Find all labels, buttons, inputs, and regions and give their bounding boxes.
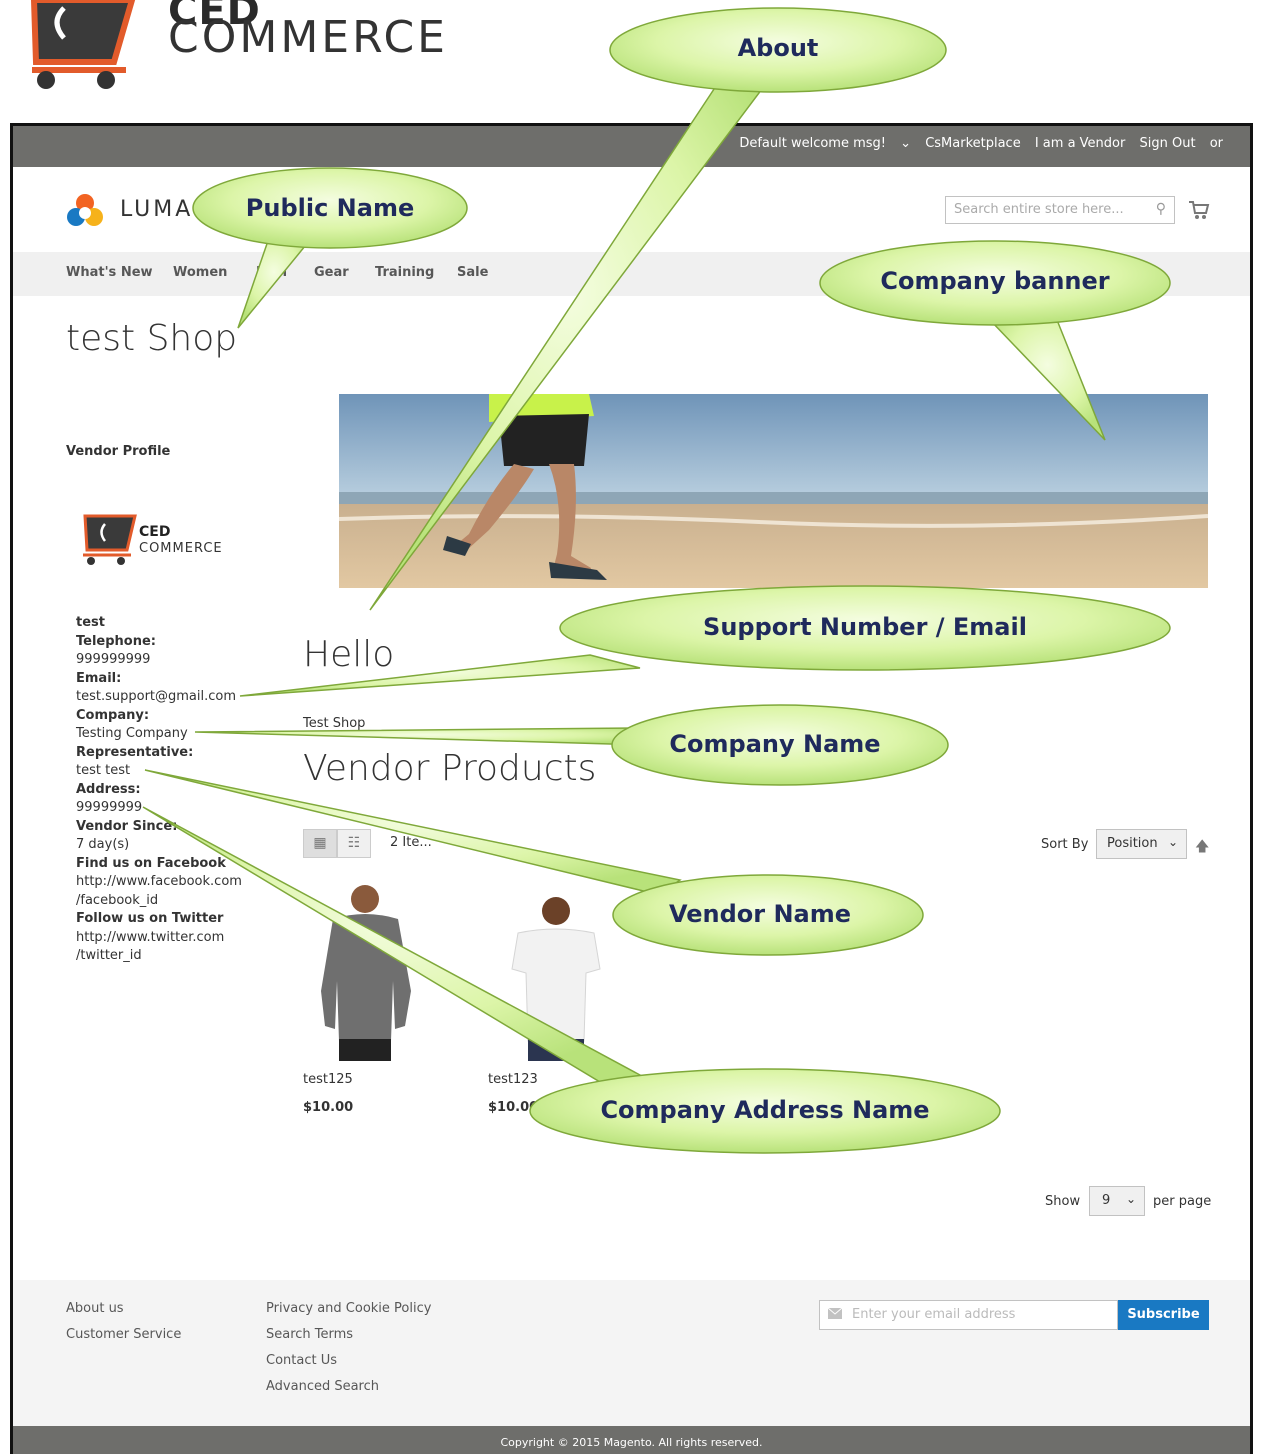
facebook-link-line2[interactable]: /facebook_id — [76, 892, 242, 911]
page-header: LUMA Search entire store here... ⚲ — [13, 167, 1250, 252]
email-value: test.support@gmail.com — [76, 689, 237, 704]
footer-link-customer-service[interactable]: Customer Service — [66, 1327, 181, 1342]
envelope-icon — [828, 1308, 842, 1319]
product-price: $10.00 — [488, 1100, 539, 1115]
per-page-label: per page — [1153, 1194, 1212, 1209]
vendor-since-label: Vendor Since: — [76, 818, 178, 834]
callout-vendor-name: Vendor Name — [668, 900, 852, 928]
callout-company-banner: Company banner — [880, 267, 1110, 295]
facebook-label: Find us on Facebook — [76, 855, 226, 871]
footer-link-search-terms[interactable]: Search Terms — [266, 1327, 353, 1342]
address-label: Address: — [76, 781, 141, 797]
callout-company-name: Company Name — [669, 730, 881, 758]
footer-link-advanced-search[interactable]: Advanced Search — [266, 1379, 379, 1394]
shop-name-text: Test Shop — [303, 716, 366, 731]
search-placeholder: Search entire store here... — [954, 202, 1124, 217]
vendor-profile-title: Vendor Profile — [66, 444, 171, 459]
cart-logo-icon — [30, 0, 136, 89]
callout-about: About — [737, 34, 819, 62]
or-text: or — [1209, 136, 1223, 151]
top-panel: Default welcome msg! ⌄ CsMarketplace I a… — [13, 126, 1250, 167]
email-label: Email: — [76, 670, 122, 686]
product-item[interactable] — [488, 881, 638, 1065]
company-label: Company: — [76, 707, 150, 723]
twitter-label: Follow us on Twitter — [76, 911, 224, 926]
vendor-logo-ced: CED — [139, 524, 170, 540]
limiter-value: 9 — [1102, 1193, 1111, 1208]
product-name[interactable]: test123 — [488, 1072, 538, 1087]
welcome-message: Default welcome msg! — [739, 136, 886, 151]
representative-label: Representative: — [76, 744, 194, 760]
company-banner-image — [339, 394, 1208, 588]
nav-item-whats-new[interactable]: What's New — [66, 265, 153, 280]
sort-by-label: Sort By — [1041, 837, 1089, 852]
telephone-label: Telephone: — [76, 633, 156, 649]
sign-out-link[interactable]: Sign Out — [1139, 136, 1195, 151]
product-image[interactable] — [488, 881, 638, 1061]
subscribe-button[interactable]: Subscribe — [1118, 1300, 1209, 1330]
telephone-value: 999999999 — [76, 652, 151, 667]
vendor-profile-details: test Telephone: 999999999 Email: test.su… — [76, 614, 242, 966]
vendor-since-value: 7 day(s) — [76, 837, 130, 852]
luma-logo-text[interactable]: LUMA — [120, 197, 193, 222]
callout-company-address: Company Address Name — [600, 1096, 930, 1124]
sort-by-value: Position — [1107, 836, 1158, 851]
cedcommerce-logo: CED COMMERCE — [0, 0, 460, 115]
nav-item-gear[interactable]: Gear — [314, 265, 349, 280]
view-mode-switcher: ▦ ☷ — [303, 829, 371, 858]
store-frame: Default welcome msg! ⌄ CsMarketplace I a… — [10, 123, 1253, 1454]
twitter-link-line2[interactable]: /twitter_id — [76, 947, 242, 966]
callout-support: Support Number / Email — [703, 613, 1027, 641]
item-count: 2 Ite... — [390, 835, 432, 850]
product-price: $10.00 — [303, 1100, 354, 1115]
vendor-products-title: Vendor Products — [303, 748, 597, 789]
sort-by-select[interactable]: Position ⌄ — [1096, 829, 1187, 859]
address-value: 99999999 — [76, 800, 143, 815]
nav-item-men[interactable]: Men — [256, 265, 287, 280]
twitter-link-line1[interactable]: http://www.twitter.com — [76, 929, 242, 948]
welcome-chevron-icon[interactable]: ⌄ — [900, 136, 911, 151]
csmarketplace-link[interactable]: CsMarketplace — [925, 136, 1021, 151]
page-title: test Shop — [66, 318, 238, 359]
minicart-icon[interactable] — [1188, 200, 1210, 220]
copyright-bar: Copyright © 2015 Magento. All rights res… — [13, 1426, 1250, 1454]
list-view-icon[interactable]: ☷ — [337, 829, 371, 858]
vendor-link[interactable]: I am a Vendor — [1035, 136, 1126, 151]
facebook-link-line1[interactable]: http://www.facebook.com — [76, 873, 242, 892]
vendor-name: test — [76, 615, 105, 630]
limiter-select[interactable]: 9 ⌄ — [1089, 1186, 1145, 1216]
show-label: Show — [1045, 1194, 1081, 1209]
nav-item-training[interactable]: Training — [375, 265, 434, 280]
chevron-down-icon: ⌄ — [1125, 1192, 1136, 1206]
footer-link-privacy[interactable]: Privacy and Cookie Policy — [266, 1301, 431, 1316]
nav-item-women[interactable]: Women — [173, 265, 227, 280]
callout-public-name: Public Name — [245, 194, 415, 222]
footer-link-about[interactable]: About us — [66, 1301, 124, 1316]
search-input[interactable]: Search entire store here... ⚲ — [945, 196, 1175, 224]
product-name[interactable]: test125 — [303, 1072, 353, 1087]
vendor-logo-image: CED COMMERCE — [83, 514, 223, 565]
product-image[interactable] — [303, 881, 453, 1061]
vendor-logo-commerce: COMMERCE — [139, 541, 223, 556]
company-value: Testing Company — [76, 726, 188, 741]
footer-link-contact[interactable]: Contact Us — [266, 1353, 337, 1368]
newsletter-email-input[interactable]: Enter your email address — [819, 1300, 1118, 1330]
luma-logo-icon[interactable] — [66, 193, 104, 231]
newsletter-placeholder: Enter your email address — [852, 1307, 1016, 1322]
search-icon[interactable]: ⚲ — [1156, 201, 1166, 217]
product-item[interactable] — [303, 881, 453, 1065]
chevron-down-icon: ⌄ — [1167, 835, 1178, 849]
sort-direction-icon[interactable]: 🡅 — [1195, 836, 1209, 860]
grid-view-icon[interactable]: ▦ — [303, 829, 337, 858]
about-heading: Hello — [303, 634, 395, 675]
brand-commerce-text: COMMERCE — [168, 12, 448, 63]
nav-item-sale[interactable]: Sale — [457, 265, 488, 280]
representative-value: test test — [76, 763, 131, 778]
